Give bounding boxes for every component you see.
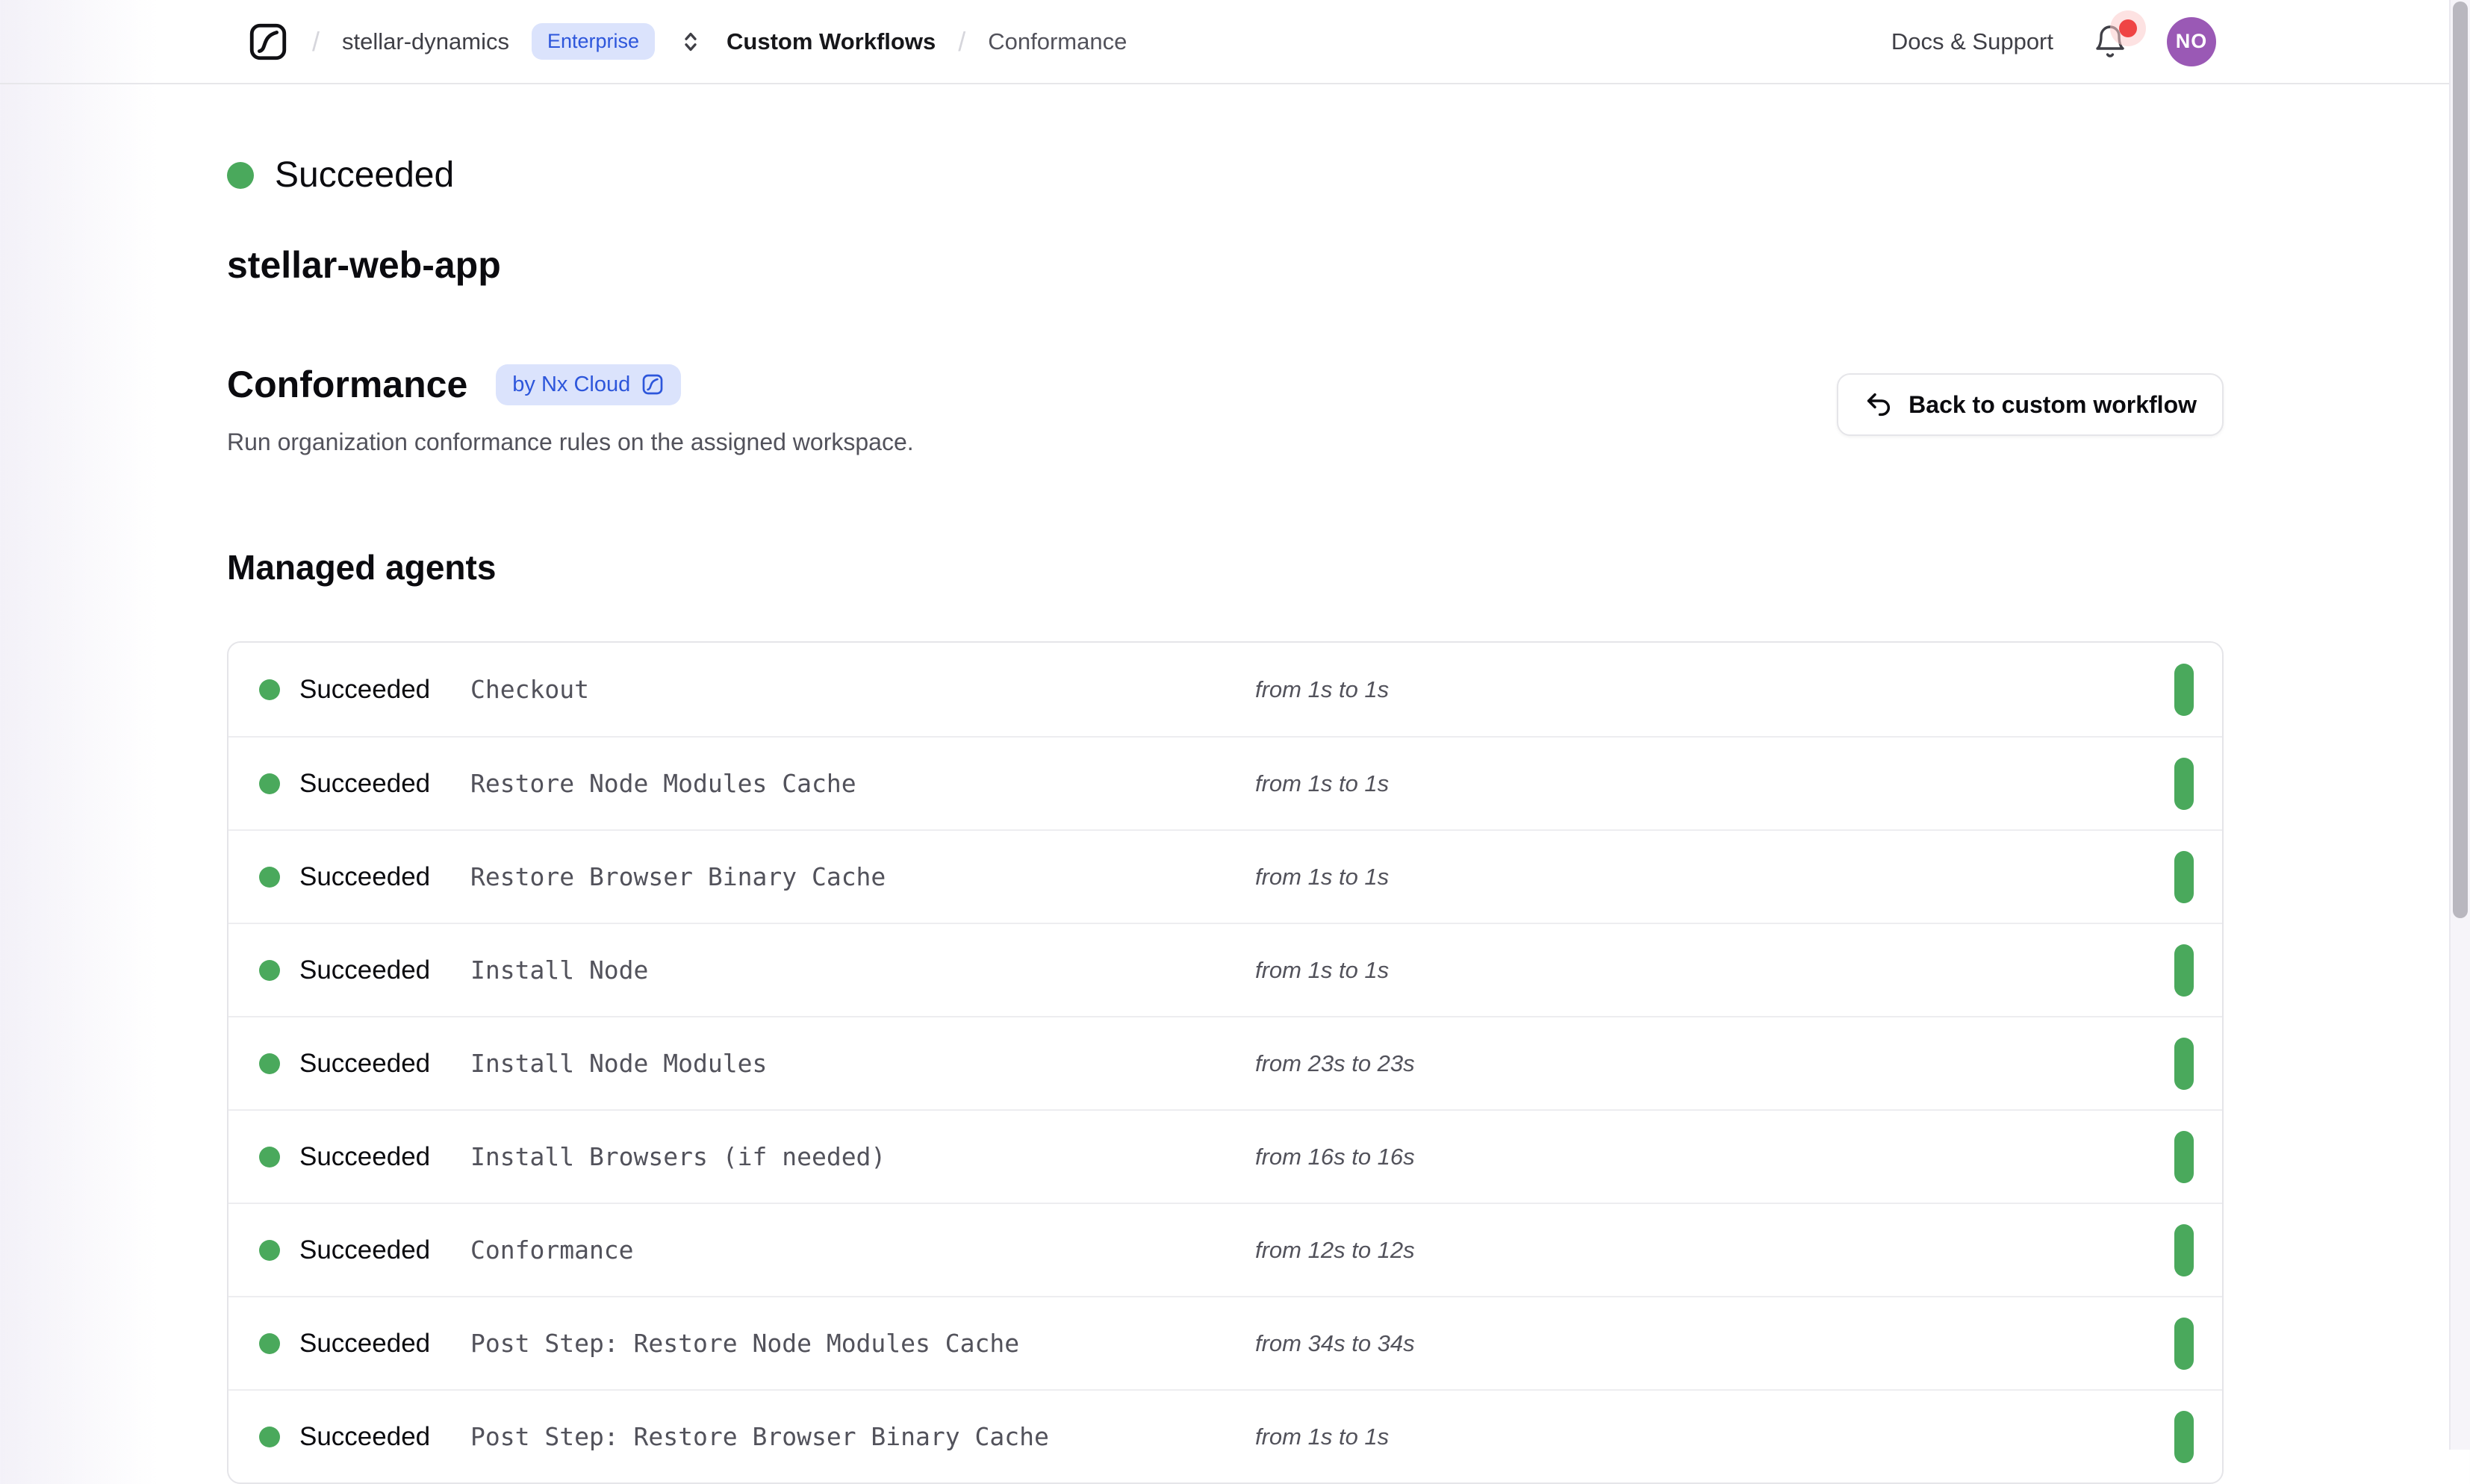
workflow-description: Run organization conformance rules on th… [227, 428, 914, 456]
nx-cloud-logo-icon [641, 372, 665, 396]
duration-bar [2174, 1224, 2194, 1276]
table-row[interactable]: Succeeded Install Browsers (if needed) f… [228, 1109, 2222, 1203]
workflow-header-left: Conformance by Nx Cloud Run organization… [227, 363, 914, 456]
row-step-name: Checkout [470, 675, 1255, 704]
row-timing: from 1s to 1s [1255, 1424, 2174, 1450]
run-status: Succeeded [227, 155, 2224, 196]
row-timing: from 12s to 12s [1255, 1237, 2174, 1264]
status-dot-icon [259, 1427, 280, 1447]
avatar[interactable]: NO [2167, 17, 2216, 66]
row-timing: from 1s to 1s [1255, 770, 2174, 797]
row-status: Succeeded [299, 862, 470, 892]
table-row[interactable]: Succeeded Post Step: Restore Browser Bin… [228, 1389, 2222, 1483]
status-dot-icon [259, 1333, 280, 1354]
by-nx-cloud-badge[interactable]: by Nx Cloud [496, 364, 681, 405]
row-step-name: Restore Browser Binary Cache [470, 862, 1255, 891]
row-timing: from 1s to 1s [1255, 676, 2174, 703]
status-dot-icon [259, 1240, 280, 1261]
table-row[interactable]: Succeeded Checkout from 1s to 1s [228, 643, 2222, 736]
status-dot-icon [259, 1053, 280, 1074]
workflow-header: Conformance by Nx Cloud Run organization… [227, 363, 2224, 456]
status-dot-icon [259, 960, 280, 981]
workspace-title: stellar-web-app [227, 243, 2224, 287]
row-step-name: Conformance [470, 1235, 1255, 1265]
managed-agents-list: Succeeded Checkout from 1s to 1s Succeed… [227, 641, 2224, 1484]
row-step-name: Post Step: Restore Browser Binary Cache [470, 1422, 1255, 1451]
row-status: Succeeded [299, 1049, 470, 1079]
notifications-button[interactable] [2092, 22, 2128, 61]
duration-bar [2174, 1318, 2194, 1370]
undo-arrow-icon [1864, 390, 1894, 420]
row-status: Succeeded [299, 769, 470, 799]
nav-actions: Docs & Support NO [1891, 17, 2216, 66]
main-content: Succeeded stellar-web-app Conformance by… [227, 84, 2224, 1484]
nx-cloud-logo-icon[interactable] [246, 20, 290, 63]
breadcrumb-page: Conformance [988, 28, 1127, 55]
duration-bar [2174, 851, 2194, 903]
table-row[interactable]: Succeeded Install Node Modules from 23s … [228, 1016, 2222, 1109]
status-dot-icon [259, 679, 280, 700]
top-nav: / stellar-dynamics Enterprise Custom Wor… [0, 0, 2449, 84]
row-step-name: Install Browsers (if needed) [470, 1142, 1255, 1171]
run-status-label: Succeeded [275, 155, 454, 196]
plan-badge[interactable]: Enterprise [532, 23, 655, 60]
breadcrumb: / stellar-dynamics Enterprise Custom Wor… [246, 20, 1127, 63]
row-status: Succeeded [299, 1142, 470, 1172]
row-status: Succeeded [299, 675, 470, 705]
row-timing: from 16s to 16s [1255, 1144, 2174, 1170]
breadcrumb-org[interactable]: stellar-dynamics [342, 28, 509, 55]
status-dot-icon [259, 867, 280, 888]
row-timing: from 1s to 1s [1255, 957, 2174, 984]
table-row[interactable]: Succeeded Install Node from 1s to 1s [228, 923, 2222, 1016]
status-dot-icon [259, 773, 280, 794]
row-step-name: Restore Node Modules Cache [470, 769, 1255, 798]
notification-halo [2110, 10, 2146, 46]
table-row[interactable]: Succeeded Restore Node Modules Cache fro… [228, 736, 2222, 829]
row-step-name: Install Node [470, 955, 1255, 985]
table-row[interactable]: Succeeded Restore Browser Binary Cache f… [228, 829, 2222, 923]
row-step-name: Install Node Modules [470, 1049, 1255, 1078]
chevrons-up-down-icon[interactable] [677, 28, 704, 55]
duration-bar [2174, 664, 2194, 716]
table-row[interactable]: Succeeded Conformance from 12s to 12s [228, 1203, 2222, 1296]
scrollbar-track[interactable] [2449, 0, 2470, 1450]
workflow-title: Conformance [227, 363, 467, 406]
breadcrumb-separator: / [312, 26, 320, 57]
duration-bar [2174, 1131, 2194, 1183]
duration-bar [2174, 1038, 2194, 1090]
status-dot-icon [259, 1147, 280, 1167]
breadcrumb-section[interactable]: Custom Workflows [727, 28, 936, 55]
back-button-label: Back to custom workflow [1909, 391, 2197, 419]
managed-agents-heading: Managed agents [227, 547, 2224, 587]
row-status: Succeeded [299, 1422, 470, 1452]
row-step-name: Post Step: Restore Node Modules Cache [470, 1329, 1255, 1358]
docs-support-link[interactable]: Docs & Support [1891, 28, 2053, 55]
duration-bar [2174, 758, 2194, 810]
row-timing: from 23s to 23s [1255, 1050, 2174, 1077]
row-timing: from 1s to 1s [1255, 864, 2174, 891]
notification-dot [2119, 19, 2137, 37]
row-status: Succeeded [299, 1235, 470, 1265]
duration-bar [2174, 944, 2194, 997]
back-to-custom-workflow-button[interactable]: Back to custom workflow [1837, 373, 2224, 436]
breadcrumb-separator: / [958, 26, 965, 57]
table-row[interactable]: Succeeded Post Step: Restore Node Module… [228, 1296, 2222, 1389]
scrollbar-thumb[interactable] [2453, 1, 2468, 918]
status-dot-icon [227, 162, 254, 189]
row-status: Succeeded [299, 1329, 470, 1359]
row-timing: from 34s to 34s [1255, 1330, 2174, 1357]
row-status: Succeeded [299, 955, 470, 985]
duration-bar [2174, 1411, 2194, 1463]
by-nx-cloud-label: by Nx Cloud [512, 372, 630, 397]
